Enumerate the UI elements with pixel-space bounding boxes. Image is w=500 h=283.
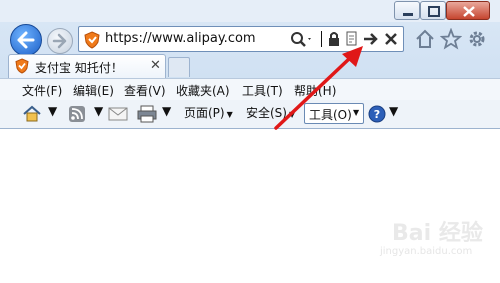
home-dropdown[interactable]: ▼ bbox=[48, 104, 57, 118]
svg-text:?: ? bbox=[374, 108, 380, 121]
browser-chrome: https://www.alipay.com 支付宝 知托付！ ✕ 文件(F) … bbox=[0, 0, 500, 129]
safety-menu-label: 安全(S) bbox=[246, 106, 287, 120]
forward-button[interactable] bbox=[47, 28, 73, 54]
maximize-button[interactable] bbox=[420, 1, 446, 20]
tools-menu-label: 工具(O) bbox=[309, 108, 352, 122]
tools-menu-button[interactable]: 工具(O) ▼ bbox=[304, 103, 364, 124]
watermark-logo: Bai 经验 bbox=[392, 221, 483, 246]
close-window-button[interactable] bbox=[446, 1, 490, 20]
menu-tools[interactable]: 工具(T) bbox=[242, 82, 283, 99]
page-menu-label: 页面(P) bbox=[184, 106, 225, 120]
go-arrow-icon[interactable] bbox=[362, 30, 380, 48]
safety-menu-button[interactable]: 安全(S) ▼ bbox=[246, 104, 295, 121]
home-icon[interactable] bbox=[414, 28, 436, 50]
tab-alipay[interactable]: 支付宝 知托付！ ✕ bbox=[8, 54, 166, 78]
mail-icon[interactable] bbox=[108, 107, 128, 121]
minimize-button[interactable] bbox=[394, 1, 420, 20]
help-icon[interactable]: ? bbox=[368, 105, 386, 123]
chevron-down-icon: ▼ bbox=[288, 110, 296, 119]
print-icon[interactable] bbox=[136, 105, 158, 123]
back-button[interactable] bbox=[10, 24, 42, 56]
print-dropdown[interactable]: ▼ bbox=[162, 104, 171, 118]
alipay-shield-icon bbox=[15, 58, 29, 74]
command-bar: ▼ ▼ ▼ 页面(P) ▼ 安全(S) ▼ ? ▼ bbox=[0, 100, 500, 128]
help-dropdown[interactable]: ▼ bbox=[389, 104, 398, 118]
text-caret bbox=[321, 31, 322, 47]
stop-icon[interactable] bbox=[383, 30, 399, 48]
menu-file[interactable]: 文件(F) bbox=[22, 82, 62, 99]
back-arrow-icon bbox=[17, 31, 35, 49]
search-icon[interactable] bbox=[289, 30, 313, 48]
rss-icon[interactable] bbox=[68, 105, 86, 123]
url-text[interactable]: https://www.alipay.com bbox=[105, 31, 256, 46]
rss-dropdown[interactable]: ▼ bbox=[94, 104, 103, 118]
tab-close-button[interactable]: ✕ bbox=[150, 58, 161, 73]
address-bar[interactable]: https://www.alipay.com bbox=[78, 26, 404, 52]
forward-arrow-icon bbox=[52, 33, 67, 49]
menu-edit[interactable]: 编辑(E) bbox=[73, 82, 114, 99]
chevron-down-icon: ▼ bbox=[226, 110, 233, 119]
compatibility-icon[interactable] bbox=[345, 30, 359, 48]
watermark-url: jingyan.baidu.com bbox=[380, 246, 473, 257]
new-tab-button[interactable] bbox=[168, 57, 190, 77]
page-menu-button[interactable]: 页面(P) ▼ bbox=[184, 104, 233, 121]
menu-help[interactable]: 帮助(H) bbox=[294, 82, 336, 99]
menu-view[interactable]: 查看(V) bbox=[124, 82, 166, 99]
home-icon[interactable] bbox=[22, 105, 42, 123]
tab-title: 支付宝 知托付！ bbox=[35, 61, 123, 75]
favorites-star-icon[interactable] bbox=[440, 28, 462, 50]
menu-bar: 文件(F) 编辑(E) 查看(V) 收藏夹(A) 工具(T) 帮助(H) bbox=[0, 78, 500, 101]
chevron-down-icon: ▼ bbox=[353, 108, 360, 117]
gear-icon[interactable] bbox=[466, 28, 488, 50]
menu-favorites[interactable]: 收藏夹(A) bbox=[176, 82, 230, 99]
alipay-shield-icon bbox=[84, 31, 100, 49]
lock-icon[interactable] bbox=[327, 30, 341, 48]
